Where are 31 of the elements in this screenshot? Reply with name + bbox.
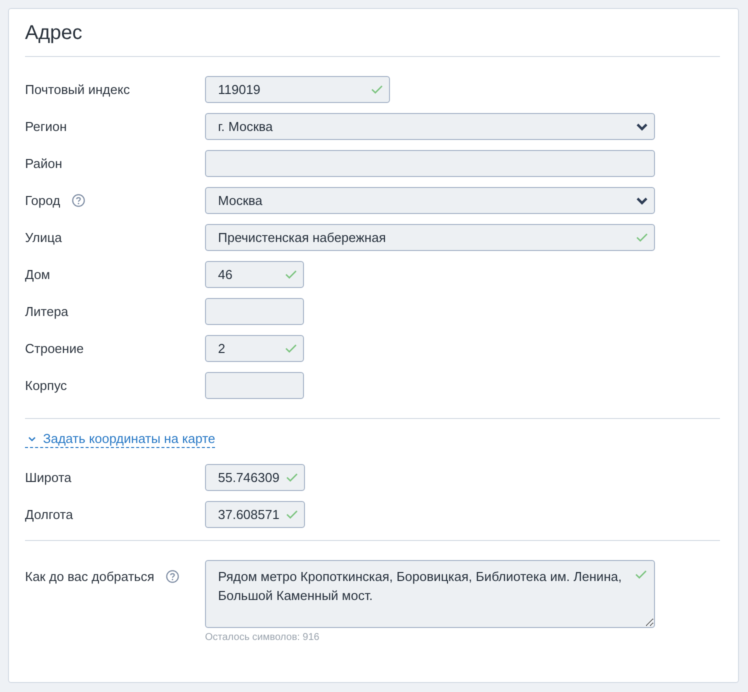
field-label: Долгота bbox=[25, 506, 73, 524]
text-field[interactable]: 55.746309 bbox=[205, 464, 305, 491]
chevron-down-icon bbox=[636, 196, 648, 204]
text-field[interactable]: 46 bbox=[205, 261, 304, 288]
text-field[interactable] bbox=[205, 298, 304, 325]
chevron-down-icon bbox=[636, 122, 648, 130]
field-label: Строение bbox=[25, 340, 84, 358]
dropdown-select[interactable]: Москва bbox=[205, 187, 655, 214]
help-icon[interactable] bbox=[72, 194, 86, 207]
section-title: Адрес bbox=[25, 21, 82, 46]
character-counter: Осталось символов: 916 bbox=[205, 632, 320, 644]
text-field[interactable]: 119019 bbox=[205, 76, 390, 103]
help-icon[interactable] bbox=[166, 570, 180, 584]
field-label: Улица bbox=[25, 228, 62, 247]
field-label: Регион bbox=[25, 118, 67, 136]
text-field[interactable]: 2 bbox=[205, 335, 304, 362]
field-label: Дом bbox=[25, 266, 50, 284]
dropdown-select[interactable]: г. Москва bbox=[205, 113, 655, 140]
field-label: Район bbox=[25, 154, 62, 173]
field-label: Широта bbox=[25, 468, 72, 487]
field-label: Литера bbox=[25, 302, 68, 321]
text-field[interactable] bbox=[205, 372, 304, 399]
text-field[interactable]: Пречистенская набережная bbox=[205, 224, 655, 251]
field-label: Как до вас добраться bbox=[25, 568, 154, 586]
textarea-field[interactable]: Рядом метро Кропоткинская, Боровицкая, Библиотека им. Ленина, Большой Каменный мост. bbox=[205, 560, 655, 628]
field-label: Почтовый индекс bbox=[25, 80, 130, 99]
field-label: Корпус bbox=[25, 376, 67, 395]
text-field[interactable]: 37.608571 bbox=[205, 501, 305, 528]
text-field[interactable] bbox=[205, 150, 655, 177]
field-label: Город bbox=[25, 192, 60, 210]
coordinates-link[interactable]: Задать координаты на карте bbox=[25, 431, 216, 448]
